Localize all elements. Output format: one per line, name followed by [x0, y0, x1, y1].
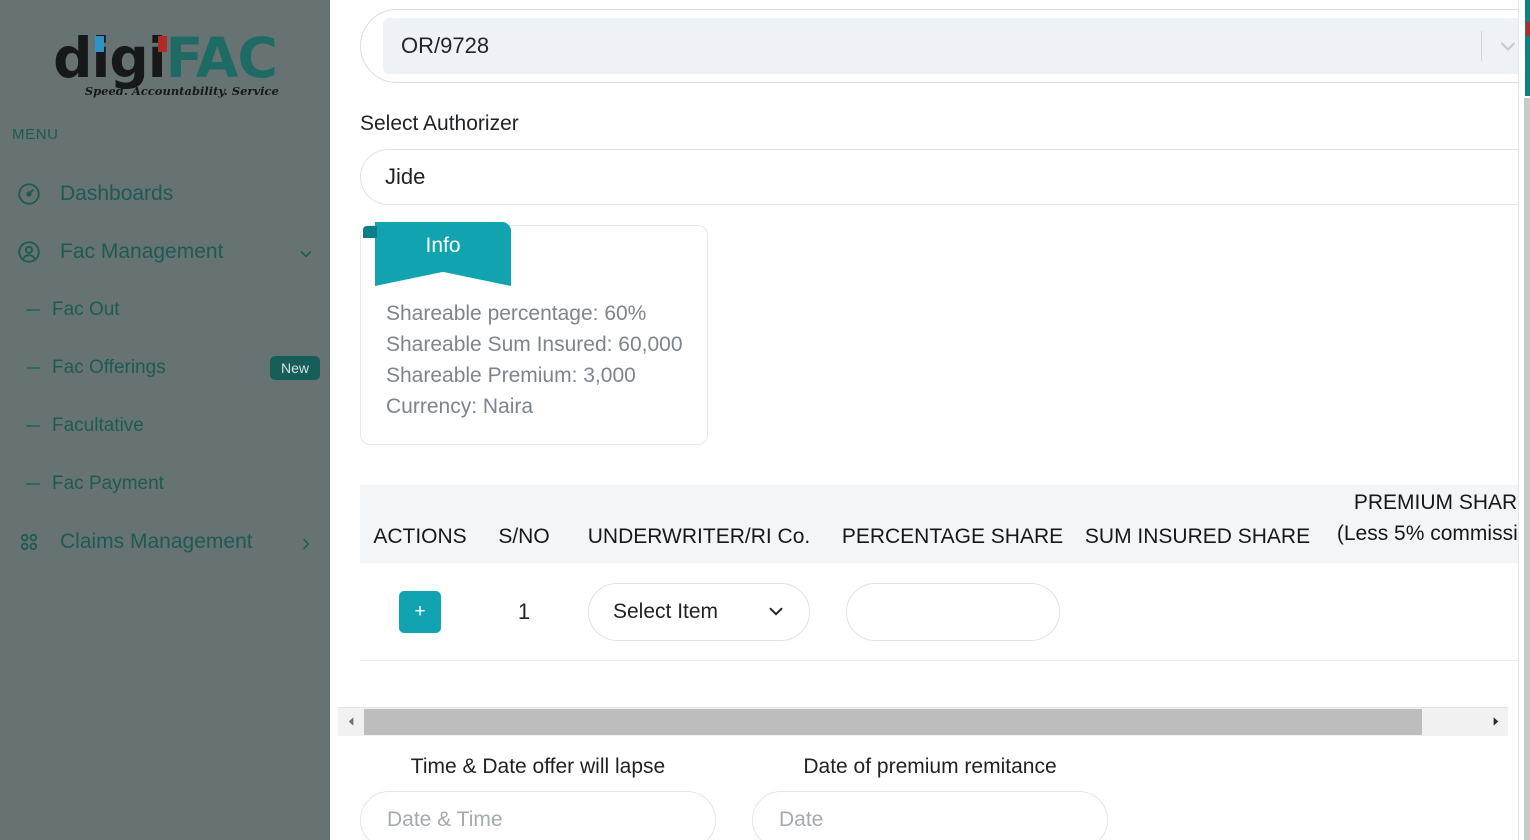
sidebar-item-fac-offerings[interactable]: Fac Offerings New — [0, 339, 330, 397]
logo-blue-accent-icon — [95, 35, 105, 52]
remittance-date-label: Date of premium remitance — [803, 755, 1057, 778]
new-badge: New — [269, 356, 320, 380]
dash-marker-icon — [26, 367, 40, 369]
info-ribbon: Info — [375, 222, 511, 286]
info-shareable-percentage: Shareable percentage: 60% — [386, 302, 647, 325]
sidebar-item-label: Fac Offerings — [52, 357, 166, 378]
user-circle-icon — [16, 239, 42, 265]
info-ribbon-label: Info — [425, 234, 461, 257]
shares-table: ACTIONS S/NO UNDERWRITER/RI Co. PERCENTA… — [360, 485, 1530, 661]
gauge-icon — [16, 181, 42, 207]
sidebar-item-fac-payment[interactable]: Fac Payment — [0, 455, 330, 513]
column-header-percentage-share: PERCENTAGE SHARE — [841, 525, 1064, 548]
column-header-actions: ACTIONS — [373, 525, 467, 548]
lapse-date-group: Time & Date offer will lapse — [360, 755, 716, 840]
lapse-date-input[interactable] — [360, 791, 716, 840]
date-fields: Time & Date offer will lapse Date of pre… — [360, 755, 1108, 840]
scrollbar-track[interactable] — [364, 707, 1482, 736]
column-header-premium-share-line2: (Less 5% commission) — [1336, 522, 1530, 545]
sidebar-item-label: Fac Payment — [52, 473, 164, 494]
authorizer-select-value: Jide — [385, 164, 426, 189]
cell-sno: 1 — [480, 599, 568, 625]
dash-marker-icon — [26, 483, 40, 485]
sliver-gray-bar — [1524, 98, 1530, 840]
column-header-premium-share-line1: PREMIUM SHARE — [1353, 491, 1530, 514]
chevron-down-icon[interactable] — [298, 244, 314, 260]
grid-dots-icon — [16, 529, 42, 555]
cell-underwriter: Select Item — [568, 582, 830, 641]
offer-select-value: OR/9728 — [401, 33, 490, 58]
authorizer-select[interactable]: Jide — [360, 149, 1530, 205]
column-header-underwriter: UNDERWRITER/RI Co. — [587, 525, 811, 548]
chevron-down-icon[interactable] — [765, 600, 789, 624]
offer-select-wrapper[interactable]: OR/9728 — [360, 9, 1530, 83]
sidebar-item-facultative[interactable]: Facultative — [0, 397, 330, 455]
add-row-button[interactable]: + — [399, 590, 441, 633]
cell-percentage-share — [830, 582, 1075, 641]
sidebar-nav: Dashboards Fac Management Fac Out Fac Of… — [0, 165, 330, 571]
table-row: + 1 Select Item — [360, 563, 1530, 661]
caret-right-icon[interactable] — [1482, 707, 1508, 736]
sidebar-item-label: Fac Management — [60, 240, 224, 263]
percentage-share-input[interactable] — [845, 582, 1060, 641]
lapse-date-label: Time & Date offer will lapse — [410, 755, 666, 778]
logo-tagline: Speed. Accountability. Service — [84, 84, 279, 98]
app-logo: digiFAC Speed. Accountability. Service — [0, 0, 330, 110]
sidebar-item-label: Facultative — [52, 415, 144, 436]
underwriter-select[interactable]: Select Item — [588, 582, 810, 641]
underwriter-select-value: Select Item — [613, 599, 719, 623]
dash-marker-icon — [26, 425, 40, 427]
dash-marker-icon — [26, 309, 40, 311]
chevron-right-icon[interactable] — [298, 534, 314, 550]
offer-select[interactable]: OR/9728 — [383, 18, 1530, 74]
offscreen-page-sliver — [1518, 0, 1530, 840]
select-divider — [1481, 31, 1482, 61]
ribbon-fold-decoration — [363, 226, 377, 238]
info-card: Info Shareable percentage: 60% Shareable… — [360, 222, 708, 445]
sidebar-item-label: Dashboards — [60, 182, 174, 205]
column-header-premium-share: PREMIUM SHARE (Less 5% commission) — [1320, 487, 1530, 549]
horizontal-scrollbar[interactable] — [338, 707, 1508, 736]
table-header-row: ACTIONS S/NO UNDERWRITER/RI Co. PERCENTA… — [360, 485, 1530, 563]
sidebar: digiFAC Speed. Accountability. Service M… — [0, 0, 330, 840]
info-shareable-sum-insured: Shareable Sum Insured: 60,000 — [386, 333, 683, 356]
menu-heading: MENU — [12, 126, 59, 143]
app-root: digiFAC Speed. Accountability. Service M… — [0, 0, 1530, 840]
sidebar-item-label: Fac Out — [52, 299, 120, 320]
scrollbar-thumb[interactable] — [364, 708, 1422, 735]
row-serial-number: 1 — [517, 598, 531, 624]
logo-text-digi: digi — [53, 25, 166, 90]
logo-red-accent-icon — [158, 35, 168, 52]
logo-text-fac: FAC — [165, 25, 278, 90]
sidebar-item-dashboards[interactable]: Dashboards — [0, 165, 330, 223]
sidebar-item-fac-management[interactable]: Fac Management — [0, 223, 330, 281]
column-header-sum-insured-share: SUM INSURED SHARE — [1084, 525, 1311, 548]
sliver-teal-bar — [1525, 0, 1530, 96]
info-currency: Currency: Naira — [386, 395, 534, 418]
remittance-date-group: Date of premium remitance — [752, 755, 1108, 840]
chevron-down-icon[interactable] — [1496, 34, 1520, 58]
sidebar-item-fac-out[interactable]: Fac Out — [0, 281, 330, 339]
sidebar-item-claims-management[interactable]: Claims Management — [0, 513, 330, 571]
sidebar-item-label: Claims Management — [60, 530, 253, 553]
column-header-sno: S/NO — [498, 525, 550, 548]
remittance-date-input[interactable] — [752, 791, 1108, 840]
sliver-red-bar — [1526, 22, 1530, 36]
authorizer-label: Select Authorizer — [360, 112, 519, 135]
caret-left-icon[interactable] — [338, 707, 364, 736]
cell-actions: + — [360, 590, 480, 633]
info-shareable-premium: Shareable Premium: 3,000 — [386, 364, 636, 387]
